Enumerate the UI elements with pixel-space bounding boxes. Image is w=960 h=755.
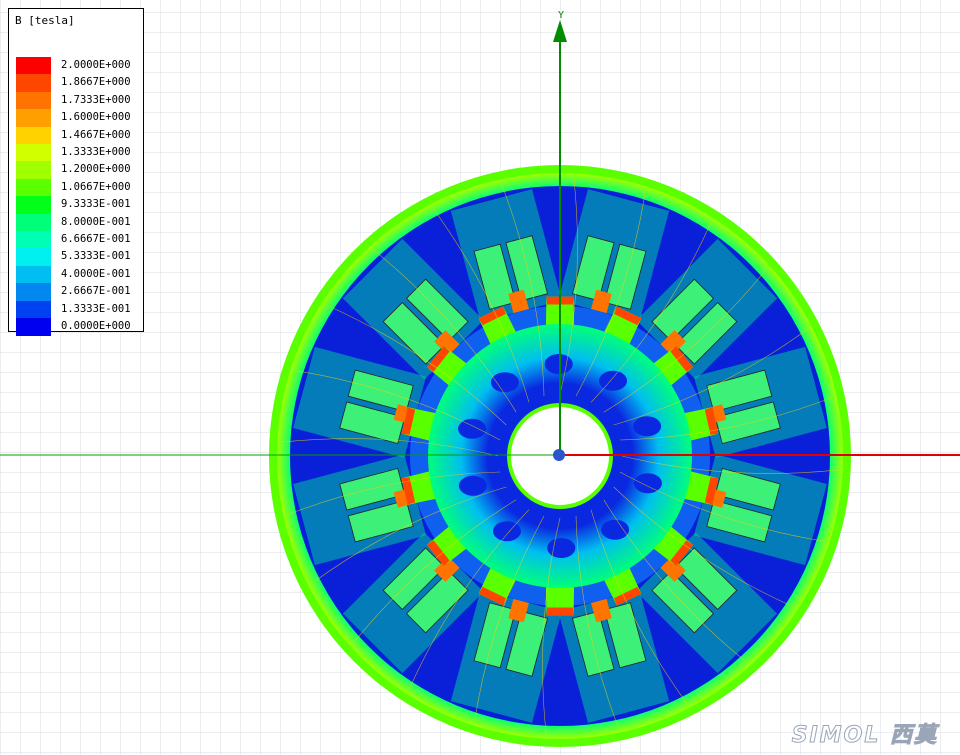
legend-entry: 0.0000E+000 <box>15 318 141 336</box>
rotor-low-field-spot <box>544 354 573 374</box>
rotor-low-field-spot <box>490 372 519 393</box>
legend-swatch <box>16 248 51 267</box>
legend-value: 9.3333E-001 <box>61 198 131 211</box>
rotor-low-field-spot <box>633 416 662 437</box>
legend-value: 6.6667E-001 <box>61 233 131 245</box>
origin-marker[interactable] <box>553 449 565 461</box>
legend-entry: 4.0000E-001 <box>15 265 141 284</box>
legend-value: 1.4667E+000 <box>61 128 131 141</box>
legend-entry: 8.0000E-001 <box>15 213 141 232</box>
legend-value: 1.0667E+000 <box>61 180 131 193</box>
legend-title: B [tesla] <box>15 14 75 27</box>
rotor-low-field-spot <box>599 370 627 391</box>
color-legend[interactable]: B [tesla] 2.0000E+000 1.8667E+000 1.7333E+… <box>8 8 144 336</box>
legend-swatch <box>16 74 51 93</box>
legend-swatch <box>16 213 51 232</box>
rotor-low-field-spot <box>458 418 487 439</box>
legend-value: 8.0000E-001 <box>61 215 131 228</box>
legend-swatch <box>16 91 51 110</box>
legend-entry: 1.3333E-001 <box>15 300 141 319</box>
legend-value: 5.3333E-001 <box>61 250 131 263</box>
legend-value: 1.2000E+000 <box>61 163 131 176</box>
legend-entry: 1.7333E+000 <box>15 91 141 110</box>
rotor-low-field-spot <box>601 519 630 540</box>
legend-swatch <box>16 57 51 75</box>
rotor-low-field-spot <box>547 538 576 558</box>
field-plot-viewport[interactable]: Y <box>0 0 960 755</box>
legend-entry: 2.6667E-001 <box>15 283 141 302</box>
legend-value: 1.7333E+000 <box>61 93 131 106</box>
legend-entry: 1.2000E+000 <box>15 161 141 180</box>
legend-entry: 1.0667E+000 <box>15 178 141 197</box>
legend-entry: 2.0000E+000 <box>15 57 141 75</box>
legend-swatch <box>16 300 51 319</box>
legend-value: 1.3333E-001 <box>61 302 131 315</box>
rotor-low-field-spot <box>458 475 487 496</box>
legend-swatch <box>16 196 51 215</box>
legend-entry: 1.3333E+000 <box>15 144 141 162</box>
y-axis-label: Y <box>558 10 564 21</box>
legend-value: 0.0000E+000 <box>61 320 131 332</box>
legend-swatch <box>16 126 51 145</box>
legend-value: 1.8667E+000 <box>61 76 131 89</box>
legend-value: 2.6667E-001 <box>61 285 131 298</box>
legend-value: 4.0000E-001 <box>61 267 131 280</box>
legend-swatch <box>16 144 51 162</box>
legend-entry: 1.4667E+000 <box>15 126 141 145</box>
legend-swatch <box>16 265 51 284</box>
legend-value: 1.6000E+000 <box>61 111 131 124</box>
legend-swatch <box>16 283 51 302</box>
legend-entry: 6.6667E-001 <box>15 231 141 249</box>
legend-entry: 9.3333E-001 <box>15 196 141 215</box>
legend-value: 1.3333E+000 <box>61 146 131 158</box>
rotor-tooth-tip <box>546 607 574 616</box>
legend-swatch <box>16 231 51 249</box>
legend-swatch <box>16 109 51 128</box>
legend-swatch <box>16 318 51 336</box>
legend-swatch <box>16 161 51 180</box>
legend-entry: 5.3333E-001 <box>15 248 141 267</box>
legend-swatch <box>16 178 51 197</box>
watermark-logo: SIMOL 西莫 <box>791 723 938 749</box>
legend-entry: 1.6000E+000 <box>15 109 141 128</box>
legend-value: 2.0000E+000 <box>61 59 131 71</box>
legend-entry: 1.8667E+000 <box>15 74 141 93</box>
rotor-low-field-spot <box>493 521 521 542</box>
rotor-low-field-spot <box>633 473 662 494</box>
